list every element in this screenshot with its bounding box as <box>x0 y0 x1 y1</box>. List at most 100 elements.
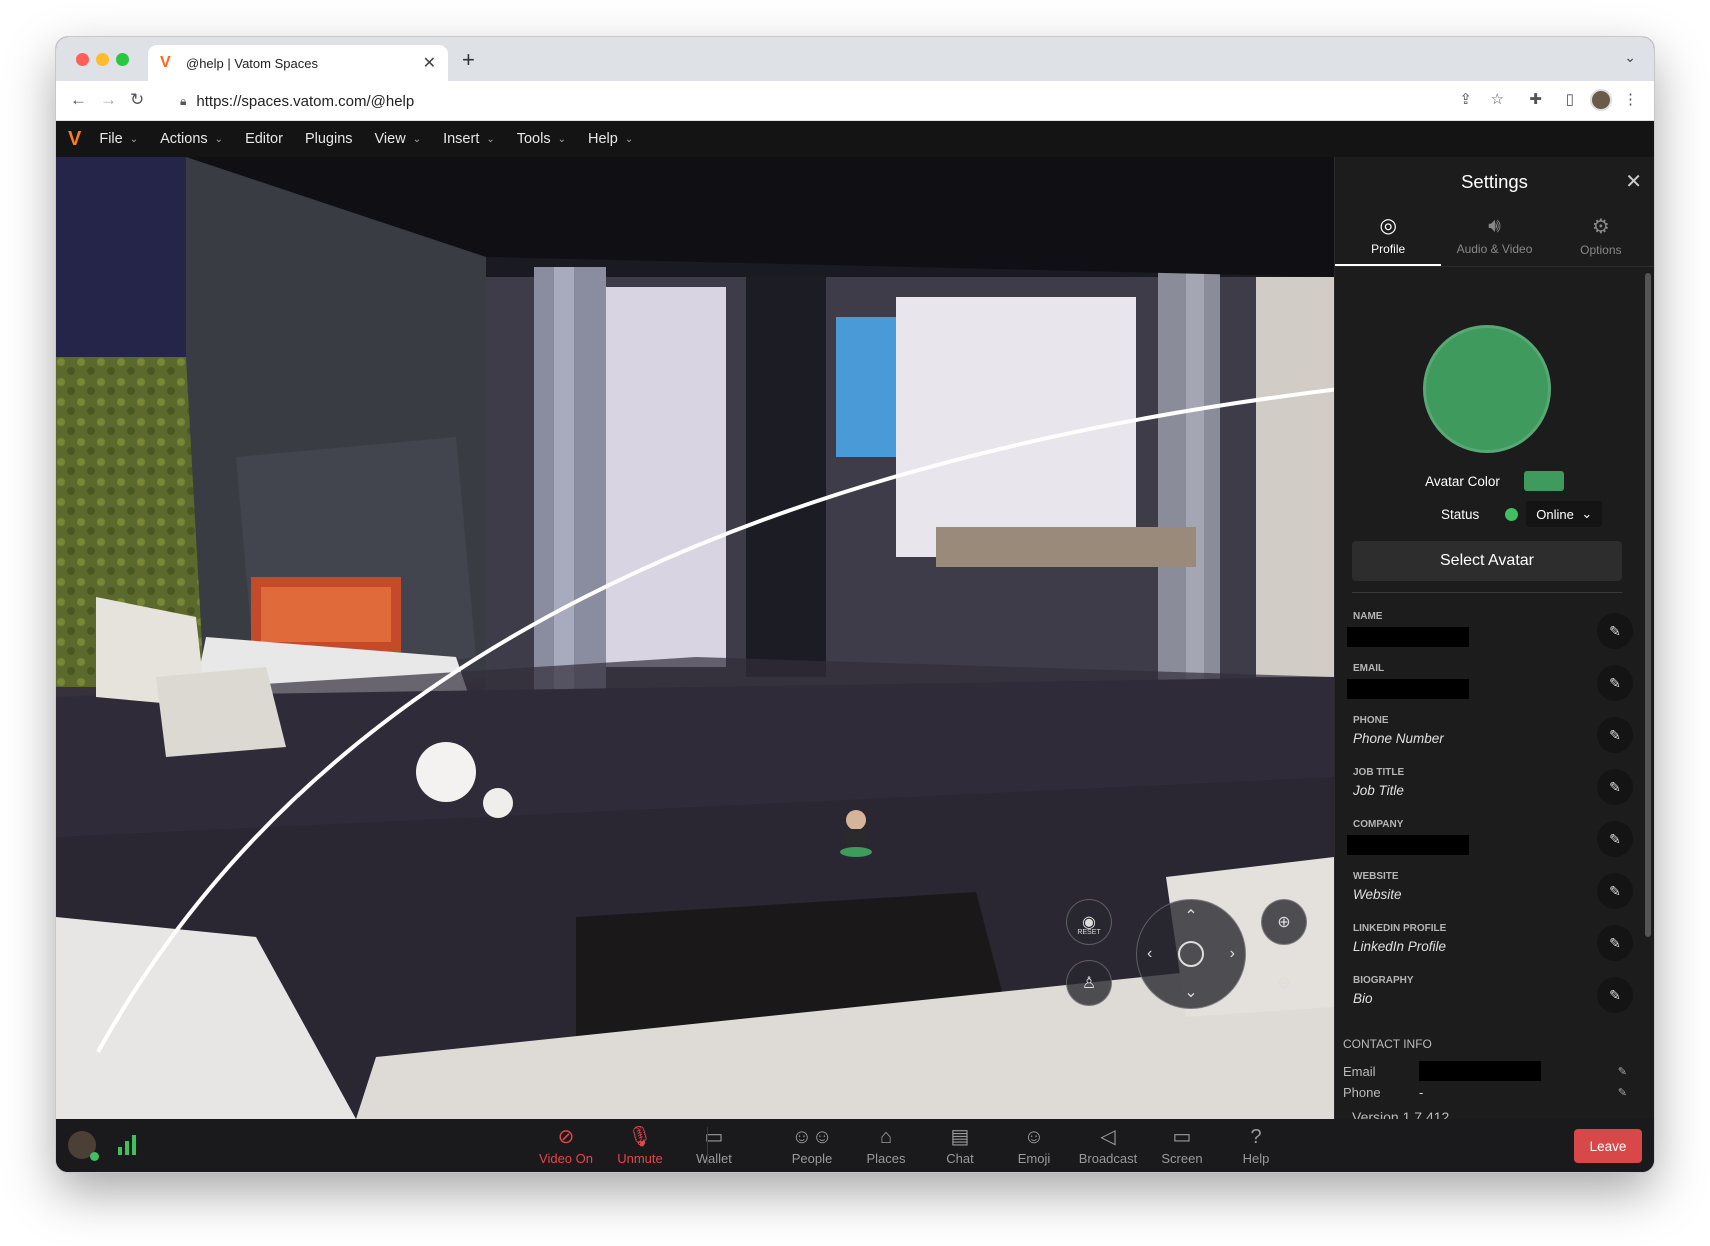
reset-view-button[interactable]: ◉ RESET <box>1066 899 1112 945</box>
zoom-out-button[interactable]: ⊖ <box>1261 960 1307 1006</box>
forward-icon[interactable]: → <box>100 90 117 110</box>
wallet-button[interactable]: ▭ Wallet <box>678 1125 750 1166</box>
bookmark-star-icon[interactable]: ☆ <box>1491 90 1504 108</box>
tab-close-icon[interactable]: ✕ <box>423 53 436 73</box>
browser-profile-avatar[interactable] <box>1590 89 1612 111</box>
screen-share-button[interactable]: ▭ Screen <box>1146 1125 1218 1166</box>
tab-search-icon[interactable]: ⌄ <box>1624 49 1636 66</box>
avatar-locate-button[interactable]: ♙ <box>1066 960 1112 1006</box>
browser-menu-icon[interactable]: ⋮ <box>1623 90 1638 108</box>
help-button[interactable]: ? Help <box>1220 1125 1292 1166</box>
mute-toggle-button[interactable]: 🎙︎ Unmute <box>604 1125 676 1166</box>
megaphone-icon: ◁ <box>1100 1126 1116 1148</box>
gear-icon: ⚙ <box>1591 216 1610 238</box>
field-email: EMAIL ✎ <box>1347 657 1633 709</box>
avatar-color-label: Avatar Color <box>1425 473 1500 489</box>
edit-pencil-icon[interactable]: ✎ <box>1597 665 1633 701</box>
menu-editor[interactable]: Editor <box>245 131 283 147</box>
field-label: BIOGRAPHY <box>1353 975 1414 986</box>
chevron-right-icon[interactable]: › <box>1230 945 1235 963</box>
contact-email-row: Email ✎ <box>1343 1061 1633 1081</box>
chevron-left-icon[interactable]: ‹ <box>1147 945 1152 963</box>
menu-actions[interactable]: Actions ⌄ <box>160 131 223 147</box>
share-icon[interactable]: ⇪ <box>1459 90 1472 108</box>
settings-panel: Settings ✕ ◎ Profile 🔊︎ Audio & Video ⚙ … <box>1334 157 1654 1125</box>
3d-viewport[interactable]: ◉ RESET ♙ ⌃ ⌄ ‹ › ⊕ ⊖ <box>56 157 1334 1119</box>
people-button[interactable]: ☺☺ People <box>776 1125 848 1166</box>
field-label: COMPANY <box>1353 819 1404 830</box>
speaker-icon: 🔊︎ <box>1488 215 1501 237</box>
contact-key: Email <box>1343 1063 1376 1079</box>
tab-profile[interactable]: ◎ Profile <box>1335 205 1442 266</box>
reset-label: RESET <box>1077 929 1101 936</box>
field-website: WEBSITE Website ✎ <box>1347 865 1633 917</box>
minimize-window-button[interactable] <box>96 53 109 66</box>
tab-audio-video[interactable]: 🔊︎ Audio & Video <box>1441 205 1547 266</box>
leave-button[interactable]: Leave <box>1574 1129 1642 1163</box>
status-select[interactable]: Online ⌄ <box>1526 501 1603 527</box>
menu-tools[interactable]: Tools ⌄ <box>517 131 566 147</box>
edit-pencil-icon[interactable]: ✎ <box>1597 769 1633 805</box>
new-tab-button[interactable]: + <box>462 47 475 73</box>
chevron-down-icon: ⌄ <box>624 133 634 145</box>
joystick-center[interactable] <box>1178 941 1204 967</box>
url-text: https://spaces.vatom.com/@help <box>196 92 415 110</box>
broadcast-button[interactable]: ◁ Broadcast <box>1072 1125 1144 1166</box>
profile-fields: NAME ✎ EMAIL ✎ PHONE Phone Number ✎ JOB … <box>1347 605 1633 1021</box>
reload-icon[interactable]: ↻ <box>130 90 144 110</box>
bb-label: Screen <box>1161 1151 1203 1166</box>
places-button[interactable]: ⌂ Places <box>850 1125 922 1166</box>
field-value: Website <box>1353 887 1402 902</box>
edit-pencil-icon[interactable]: ✎ <box>1597 977 1633 1013</box>
back-icon[interactable]: ← <box>70 90 87 110</box>
bb-label: Video On <box>539 1151 593 1166</box>
menu-help[interactable]: Help ⌄ <box>588 131 633 147</box>
menu-file[interactable]: File ⌄ <box>99 131 138 147</box>
chevron-down-icon[interactable]: ⌄ <box>1184 982 1197 1002</box>
menu-plugins[interactable]: Plugins <box>305 131 353 147</box>
video-toggle-button[interactable]: ⊘ Video On <box>530 1125 602 1166</box>
field-label: LINKEDIN PROFILE <box>1353 923 1447 934</box>
avatar-color-row: Avatar Color <box>1335 471 1654 491</box>
edit-pencil-icon[interactable]: ✎ <box>1597 717 1633 753</box>
edit-pencil-icon[interactable]: ✎ <box>1597 613 1633 649</box>
people-icon: ☺☺ <box>791 1126 833 1148</box>
edit-pencil-icon[interactable]: ✎ <box>1597 925 1633 961</box>
avatar-color-swatch[interactable] <box>1523 471 1564 491</box>
close-window-button[interactable] <box>76 53 89 66</box>
settings-tabs: ◎ Profile 🔊︎ Audio & Video ⚙ Options <box>1335 205 1654 267</box>
edit-pencil-icon[interactable]: ✎ <box>1597 873 1633 909</box>
vatom-logo[interactable]: V <box>68 128 81 151</box>
field-label: NAME <box>1353 611 1383 622</box>
emoji-button[interactable]: ☺ Emoji <box>998 1125 1070 1166</box>
redacted-value <box>1419 1061 1541 1081</box>
chat-button[interactable]: ▤ Chat <box>924 1125 996 1166</box>
menu-view[interactable]: View ⌄ <box>375 131 422 147</box>
toolbar-separator <box>707 1127 708 1165</box>
profile-icon: ◎ <box>1379 215 1397 237</box>
chevron-down-icon: ⌄ <box>486 133 495 145</box>
settings-scrollbar[interactable] <box>1645 273 1651 937</box>
online-indicator <box>90 1152 99 1161</box>
vatom-favicon-icon: V <box>160 54 171 71</box>
status-label: Status <box>1441 506 1480 522</box>
divider <box>1352 592 1622 593</box>
select-avatar-button[interactable]: Select Avatar <box>1352 541 1622 581</box>
sidepanel-icon[interactable]: ▯ <box>1566 90 1574 108</box>
signal-strength-icon <box>118 1133 136 1155</box>
chevron-up-icon[interactable]: ⌃ <box>1184 906 1197 926</box>
menu-insert[interactable]: Insert ⌄ <box>443 131 495 147</box>
maximize-window-button[interactable] <box>116 53 129 66</box>
movement-joystick[interactable]: ⌃ ⌄ ‹ › <box>1136 899 1246 1009</box>
close-icon[interactable]: ✕ <box>1625 169 1642 194</box>
screen-icon: ▭ <box>1172 1126 1192 1148</box>
address-bar[interactable]: 🔒︎ https://spaces.vatom.com/@help <box>166 86 1466 116</box>
edit-pencil-icon[interactable]: ✎ <box>1618 1065 1627 1078</box>
edit-pencil-icon[interactable]: ✎ <box>1597 821 1633 857</box>
extensions-icon[interactable]: ✚ <box>1529 90 1542 108</box>
field-label: JOB TITLE <box>1353 767 1405 778</box>
field-value: Bio <box>1353 991 1373 1006</box>
zoom-in-button[interactable]: ⊕ <box>1261 899 1307 945</box>
browser-tab[interactable]: V @help | Vatom Spaces ✕ <box>148 45 448 81</box>
tab-options[interactable]: ⚙ Options <box>1548 205 1654 266</box>
